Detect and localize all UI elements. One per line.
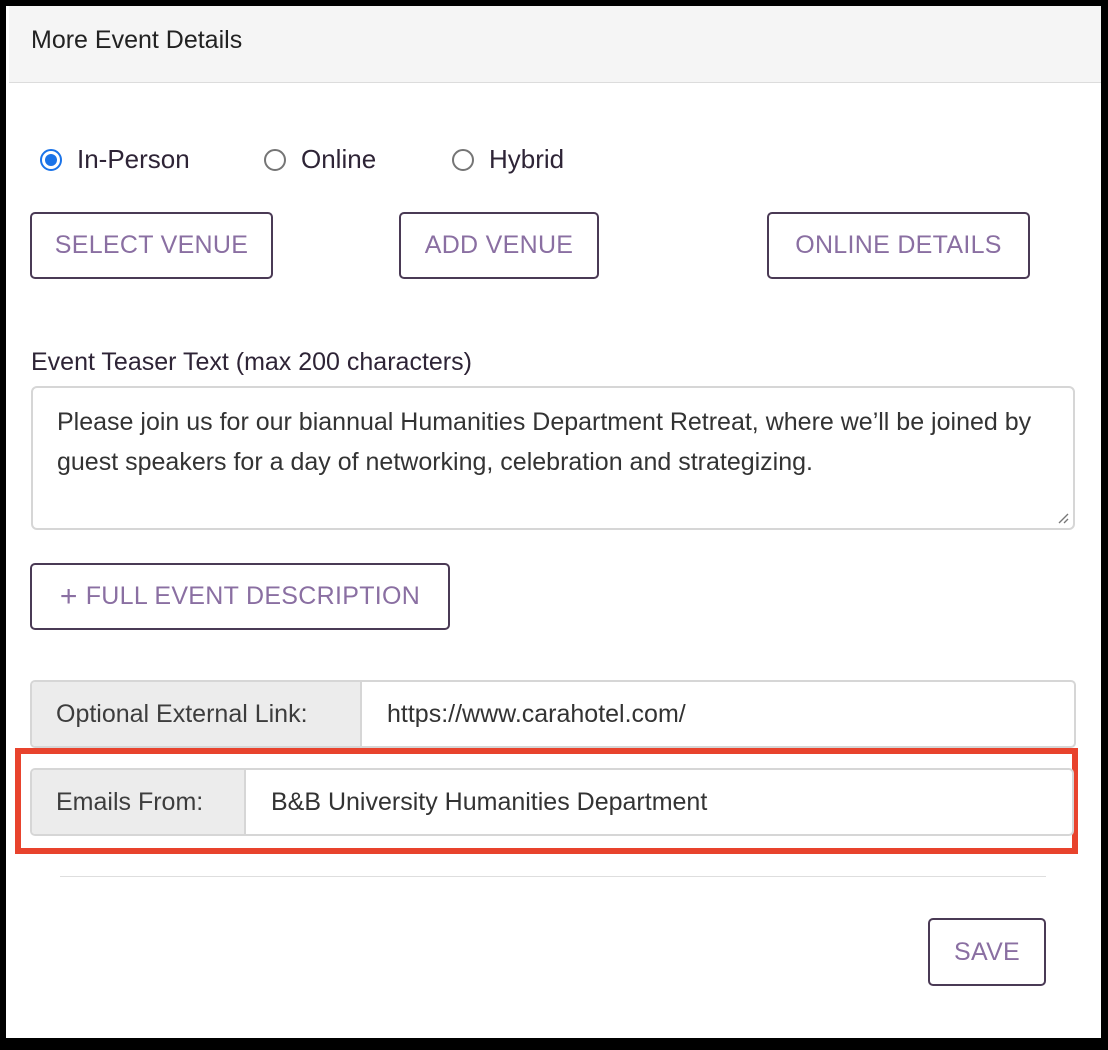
radio-in-person-label[interactable]: In-Person xyxy=(77,144,190,175)
emails-from-input-group: Emails From: B&B University Humanities D… xyxy=(30,768,1074,836)
external-link-input-group: Optional External Link: https://www.cara… xyxy=(30,680,1076,748)
select-venue-button[interactable]: SELECT VENUE xyxy=(30,212,273,279)
radio-online[interactable]: Online xyxy=(264,144,376,175)
section-divider xyxy=(60,876,1046,877)
external-link-input[interactable]: https://www.carahotel.com/ xyxy=(362,682,1074,746)
resize-grip-icon[interactable] xyxy=(1057,512,1069,524)
radio-online-label[interactable]: Online xyxy=(301,144,376,175)
online-details-button[interactable]: ONLINE DETAILS xyxy=(767,212,1030,279)
radio-hybrid-label[interactable]: Hybrid xyxy=(489,144,564,175)
full-event-description-button[interactable]: + FULL EVENT DESCRIPTION xyxy=(30,563,450,630)
plus-icon: + xyxy=(59,579,78,613)
save-button[interactable]: SAVE xyxy=(928,918,1046,986)
radio-hybrid[interactable]: Hybrid xyxy=(452,144,564,175)
radio-hybrid-indicator[interactable] xyxy=(452,148,474,171)
teaser-text-label: Event Teaser Text (max 200 characters) xyxy=(31,348,472,376)
radio-in-person[interactable]: In-Person xyxy=(40,144,190,175)
full-event-description-label: FULL EVENT DESCRIPTION xyxy=(85,582,421,610)
radio-online-indicator[interactable] xyxy=(264,148,286,171)
event-details-panel: More Event Details In-Person Online Hybr… xyxy=(0,0,1108,1050)
emails-from-label: Emails From: xyxy=(32,770,246,834)
teaser-text-area[interactable]: Please join us for our biannual Humaniti… xyxy=(31,386,1075,530)
radio-in-person-indicator[interactable] xyxy=(40,148,62,171)
external-link-label: Optional External Link: xyxy=(32,682,362,746)
emails-from-input[interactable]: B&B University Humanities Department xyxy=(246,770,1072,834)
add-venue-button[interactable]: ADD VENUE xyxy=(399,212,599,279)
panel-header: More Event Details xyxy=(9,6,1101,83)
teaser-text-value: Please join us for our biannual Humaniti… xyxy=(57,408,1032,476)
panel-title: More Event Details xyxy=(31,26,243,54)
